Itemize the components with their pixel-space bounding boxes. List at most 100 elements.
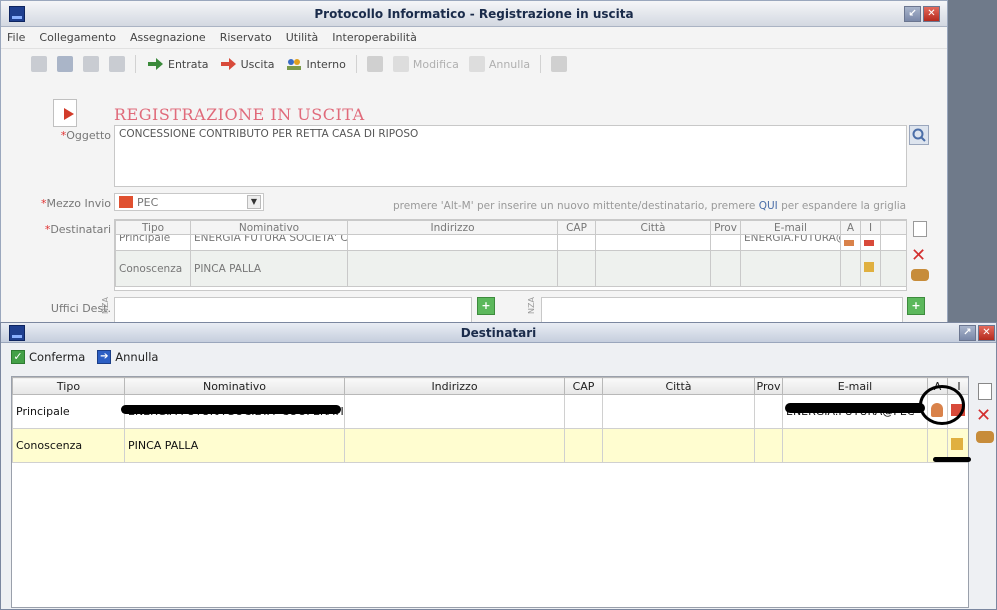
dlg-header-indirizzo: Indirizzo [344, 377, 565, 395]
grid-header-citta: Città [595, 220, 711, 235]
uffici-conoscenza-field[interactable] [541, 297, 903, 323]
search-icon[interactable] [909, 125, 929, 145]
new-doc-icon[interactable] [31, 56, 47, 72]
copy-icon[interactable] [109, 56, 125, 72]
dlg-header-tipo: Tipo [12, 377, 125, 395]
checkmark-icon: ✓ [11, 350, 25, 364]
table-row[interactable]: Conoscenza PINCA PALLA [115, 250, 906, 287]
menu-utilita[interactable]: Utilità [286, 31, 319, 44]
grid-header-scroll [880, 220, 906, 235]
annulla-button[interactable]: Annulla [468, 56, 531, 72]
annulla-dialog-button[interactable]: ➔ Annulla [97, 350, 158, 364]
main-toolbar: Entrata Uscita Interno Modifica Annulla [1, 49, 947, 79]
modifica-button[interactable]: Modifica [392, 56, 459, 72]
redaction-mark [121, 405, 341, 414]
underline-annotation [933, 457, 971, 462]
menu-interoperabilita[interactable]: Interoperabilità [332, 31, 417, 44]
delete-icon[interactable]: ✕ [976, 405, 991, 426]
window-title: Protocollo Informatico - Registrazione i… [314, 6, 634, 21]
menu-file[interactable]: File [7, 31, 25, 44]
menu-assegnazione[interactable]: Assegnazione [130, 31, 206, 44]
interno-label: Interno [306, 57, 346, 71]
chevron-down-icon[interactable]: ▼ [247, 195, 261, 209]
delete-icon[interactable]: ✕ [911, 245, 926, 266]
vertical-label: NZA [527, 297, 536, 314]
uscita-label: Uscita [240, 57, 275, 71]
group-icon[interactable] [976, 431, 994, 443]
grid-header-i: I [860, 220, 881, 235]
entrata-button[interactable]: Entrata [146, 57, 209, 71]
close-icon[interactable]: ✕ [978, 325, 995, 341]
interno-button[interactable]: Interno [285, 57, 346, 71]
annulla-label: Annulla [488, 57, 531, 71]
grid-cell-nominativo: ENERGIA FUTURA SOCIETA' COOP [190, 234, 348, 251]
mezzo-invio-select[interactable]: PEC ▼ [114, 193, 264, 211]
expand-grid-link[interactable]: QUI [759, 200, 778, 212]
grid-header-indirizzo: Indirizzo [347, 220, 558, 235]
mezzo-invio-label: *Mezzo Invio [40, 197, 111, 210]
pec-icon [119, 196, 133, 208]
restore-icon[interactable]: ↙ [904, 6, 921, 22]
dialog-title: Destinatari [460, 325, 537, 340]
grid-cell-tipo: Principale [115, 234, 191, 251]
maximize-icon[interactable]: ↗ [959, 325, 976, 341]
add-icon[interactable]: + [907, 297, 925, 315]
destinatari-grid[interactable]: Tipo Nominativo Indirizzo CAP Città Prov… [114, 219, 907, 291]
grid-header-cap: CAP [557, 220, 596, 235]
arrow-right-icon: ➔ [97, 350, 112, 364]
grid-header-nominativo: Nominativo [190, 220, 348, 235]
destinatari-label: *Destinatari [44, 223, 111, 236]
main-titlebar: Protocollo Informatico - Registrazione i… [1, 1, 947, 27]
mail-icon[interactable] [864, 239, 874, 246]
toolbar-separator [355, 55, 357, 73]
hint-text: premere 'Alt-M' per inserire un nuovo mi… [393, 200, 907, 212]
dialog-titlebar: Destinatari ↗ ✕ [1, 323, 996, 343]
dlg-header-prov: Prov [754, 377, 783, 395]
group-icon[interactable] [911, 269, 929, 281]
dlg-header-citta: Città [602, 377, 755, 395]
dlg-cell-email [782, 428, 928, 463]
arrow-out-icon [219, 57, 237, 71]
toolbar-separator [135, 55, 136, 73]
conferma-button[interactable]: ✓ Conferma [11, 350, 85, 364]
uffici-dest-field[interactable] [114, 297, 472, 323]
table-row[interactable]: Principale ENERGIA FUTURA SOCIETA' COOP … [115, 234, 906, 251]
dlg-header-nominativo: Nominativo [124, 377, 345, 395]
grid-header-a: A [840, 220, 861, 235]
new-doc-icon[interactable] [978, 383, 992, 400]
toolbar-separator [540, 55, 542, 73]
grid-cell-email: ENERGIA.FUTURA@ [740, 234, 841, 251]
grid-header-tipo: Tipo [115, 220, 191, 235]
main-window: Protocollo Informatico - Registrazione i… [0, 0, 948, 325]
print-icon[interactable] [83, 56, 99, 72]
settings-icon[interactable] [551, 56, 568, 72]
document-out-icon [53, 99, 77, 127]
grid-header-email: E-mail [740, 220, 841, 235]
dialog-toolbar: ✓ Conferma ➔ Annulla [1, 343, 996, 371]
dlg-header-cap: CAP [564, 377, 603, 395]
dlg-cell-tipo: Principale [12, 394, 125, 429]
conferma-label: Conferma [29, 350, 86, 364]
uscita-button[interactable]: Uscita [219, 57, 275, 71]
entrata-label: Entrata [168, 57, 209, 71]
circle-annotation [919, 385, 965, 425]
table-row[interactable]: Conoscenza PINCA PALLA [12, 428, 968, 463]
menu-riservato[interactable]: Riservato [220, 31, 272, 44]
menubar: File Collegamento Assegnazione Riservato… [1, 27, 947, 49]
new-doc-icon[interactable] [913, 221, 927, 237]
edit-icon [392, 56, 409, 72]
destinatari-dialog: Destinatari ↗ ✕ ✓ Conferma ➔ Annulla Tip… [0, 322, 997, 610]
app-logo-icon [9, 6, 25, 22]
users-icon [285, 57, 303, 71]
oggetto-label: *Oggetto [60, 129, 111, 142]
menu-collegamento[interactable]: Collegamento [39, 31, 116, 44]
add-icon[interactable]: + [477, 297, 495, 315]
person-icon[interactable] [844, 239, 854, 246]
oggetto-field[interactable]: CONCESSIONE CONTRIBUTO PER RETTA CASA DI… [114, 125, 907, 187]
redaction-mark [785, 403, 925, 413]
search-doc-icon[interactable] [366, 56, 383, 72]
pencil-icon[interactable] [951, 438, 963, 450]
save-icon[interactable] [57, 56, 73, 72]
close-icon[interactable]: ✕ [923, 6, 940, 22]
pencil-icon[interactable] [864, 262, 874, 272]
